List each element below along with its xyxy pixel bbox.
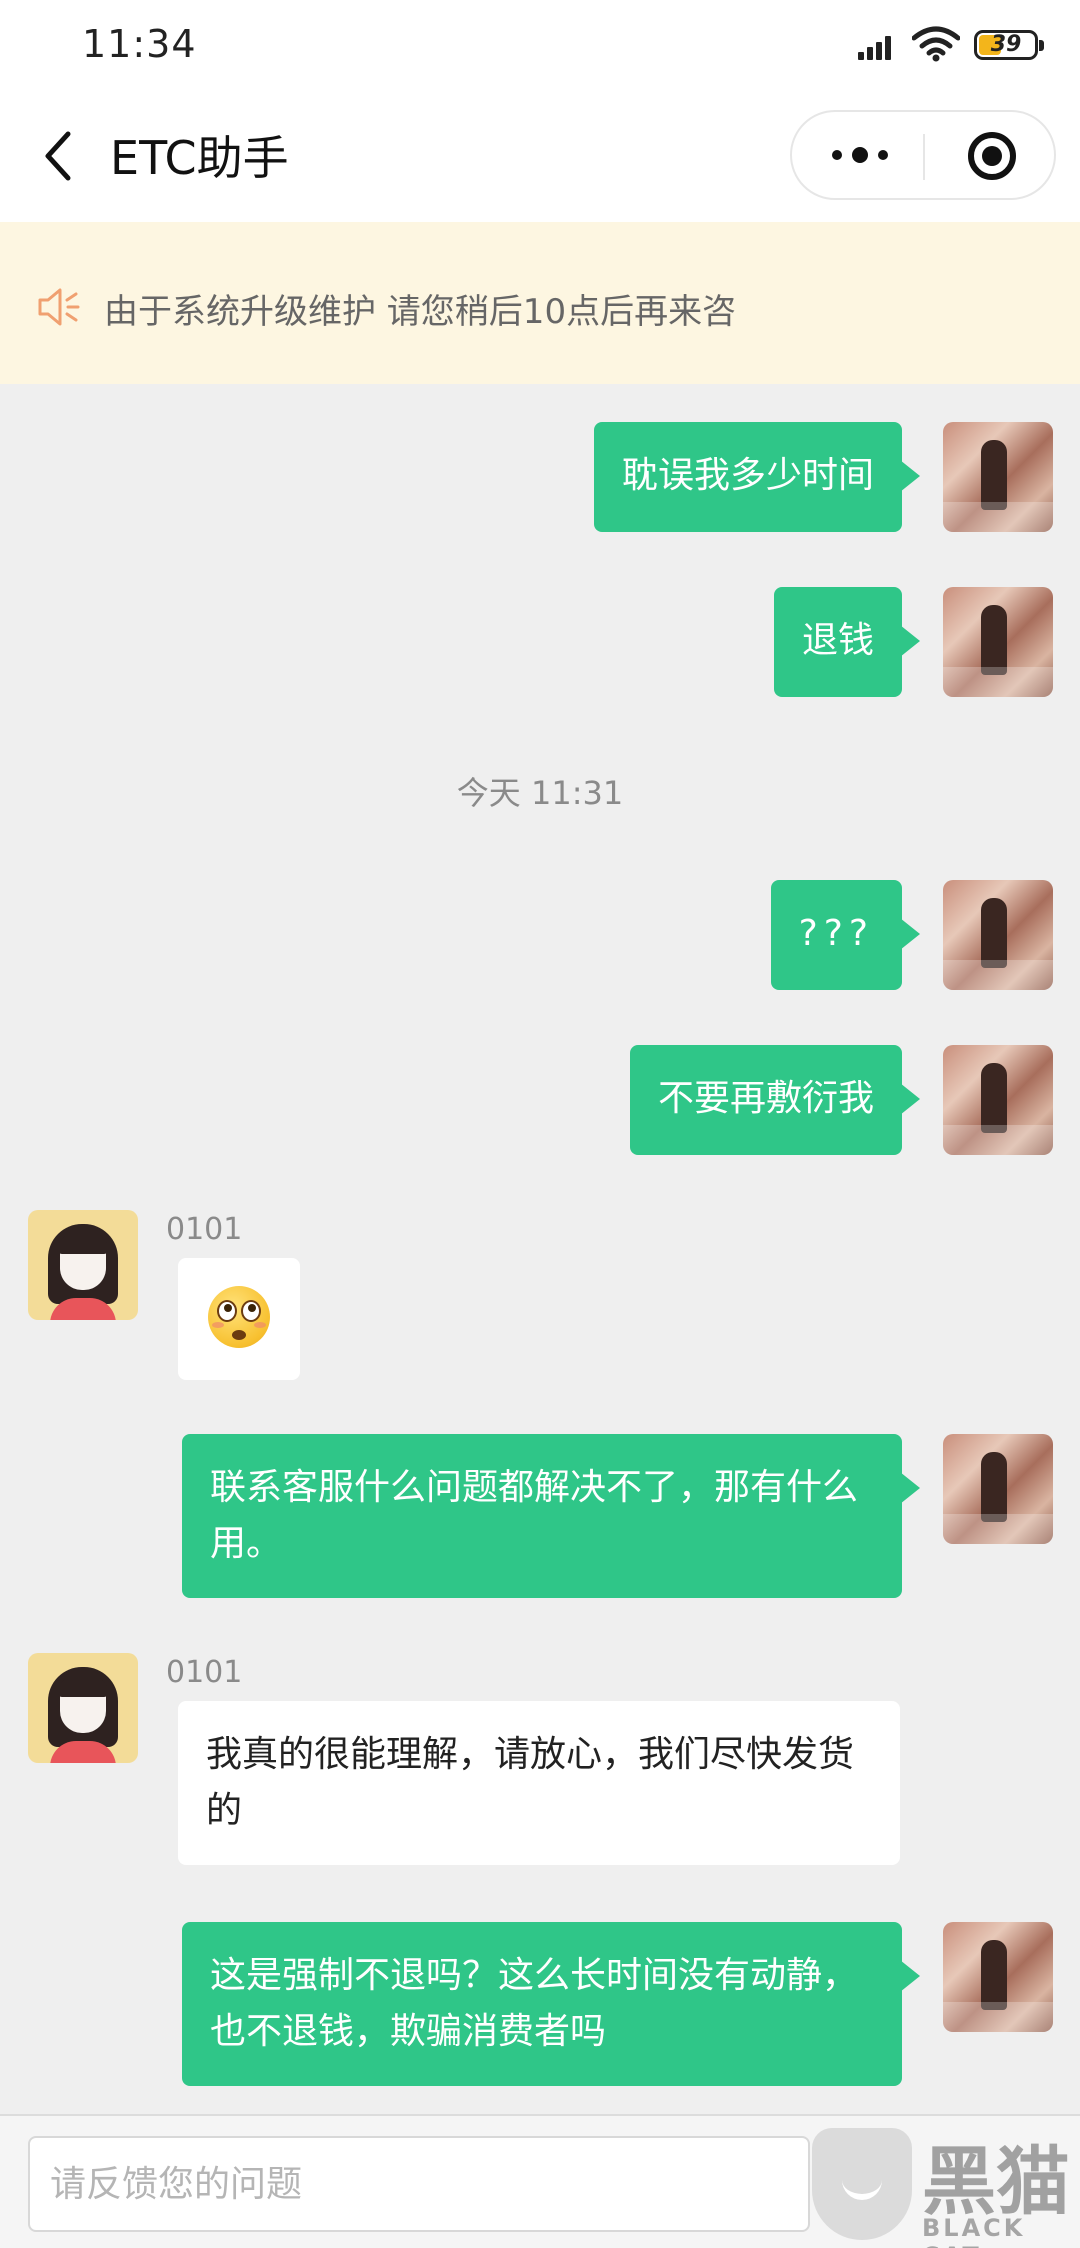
watermark: 黑猫 BLACK CAT [808, 2122, 1080, 2248]
feedback-input[interactable] [30, 2138, 808, 2230]
battery-level: 39 [990, 32, 1022, 57]
close-miniprogram-icon[interactable] [968, 132, 1016, 180]
my-avatar[interactable] [943, 422, 1053, 532]
message-text: 我真的很能理解，请放心，我们尽快发货的 [206, 1734, 855, 1831]
message-text: 不要再敷衍我 [657, 1078, 874, 1119]
battery-icon: 39 [974, 30, 1044, 60]
miniprogram-capsule [790, 110, 1056, 200]
my-message-bubble[interactable]: 不要再敷衍我 [629, 1045, 921, 1155]
wifi-icon [912, 26, 960, 62]
notice-banner: 由于系统升级维护 请您稍后10点后再来咨 [0, 222, 1080, 384]
my-message-bubble[interactable]: 耽误我多少时间 [593, 422, 921, 532]
notice-text: 由于系统升级维护 请您稍后10点后再来咨 [104, 292, 737, 332]
my-avatar[interactable] [943, 880, 1053, 990]
my-avatar[interactable] [943, 1045, 1053, 1155]
my-avatar[interactable] [943, 1922, 1053, 2032]
my-message-bubble[interactable]: ??? [770, 880, 921, 990]
my-message-bubble[interactable]: 联系客服什么问题都解决不了，那有什么用。 [182, 1434, 920, 1598]
chat-timestamp: 今天 11:31 [456, 774, 624, 812]
sender-name: 0101 [166, 1655, 243, 1690]
watermark-cn: 黑猫 [922, 2139, 1070, 2225]
agent-avatar[interactable] [28, 1653, 138, 1763]
my-message-bubble[interactable]: 这是强制不退吗？这么长时间没有动静，也不退钱，欺骗消费者吗 [182, 1922, 920, 2086]
flushed-face-emoji-icon [208, 1286, 270, 1348]
nav-header: ETC助手 [0, 90, 1080, 222]
my-avatar[interactable] [943, 1434, 1053, 1544]
message-text: 这是强制不退吗？这么长时间没有动静，也不退钱，欺骗消费者吗 [210, 1955, 859, 2052]
feedback-input-box [28, 2136, 810, 2232]
agent-message-bubble[interactable]: 我真的很能理解，请放心，我们尽快发货的 [178, 1701, 900, 1865]
signal-icon [858, 30, 898, 60]
watermark-en: BLACK CAT [922, 2214, 1026, 2248]
back-icon[interactable] [34, 126, 84, 186]
status-time: 11:34 [82, 22, 197, 66]
agent-message-bubble[interactable] [178, 1258, 300, 1380]
page-title: ETC助手 [110, 131, 289, 185]
status-bar: 11:34 39 [0, 0, 1080, 90]
message-text: ??? [798, 913, 874, 954]
my-avatar[interactable] [943, 587, 1053, 697]
capsule-divider [923, 134, 925, 180]
message-text: 联系客服什么问题都解决不了，那有什么用。 [210, 1467, 859, 1564]
watermark-logo-icon [812, 2128, 912, 2240]
my-message-bubble[interactable]: 退钱 [773, 587, 921, 697]
sender-name: 0101 [166, 1212, 243, 1247]
message-text: 退钱 [801, 620, 874, 661]
message-text: 耽误我多少时间 [621, 455, 874, 496]
agent-avatar[interactable] [28, 1210, 138, 1320]
speaker-icon [38, 288, 80, 326]
more-icon[interactable] [828, 140, 892, 170]
